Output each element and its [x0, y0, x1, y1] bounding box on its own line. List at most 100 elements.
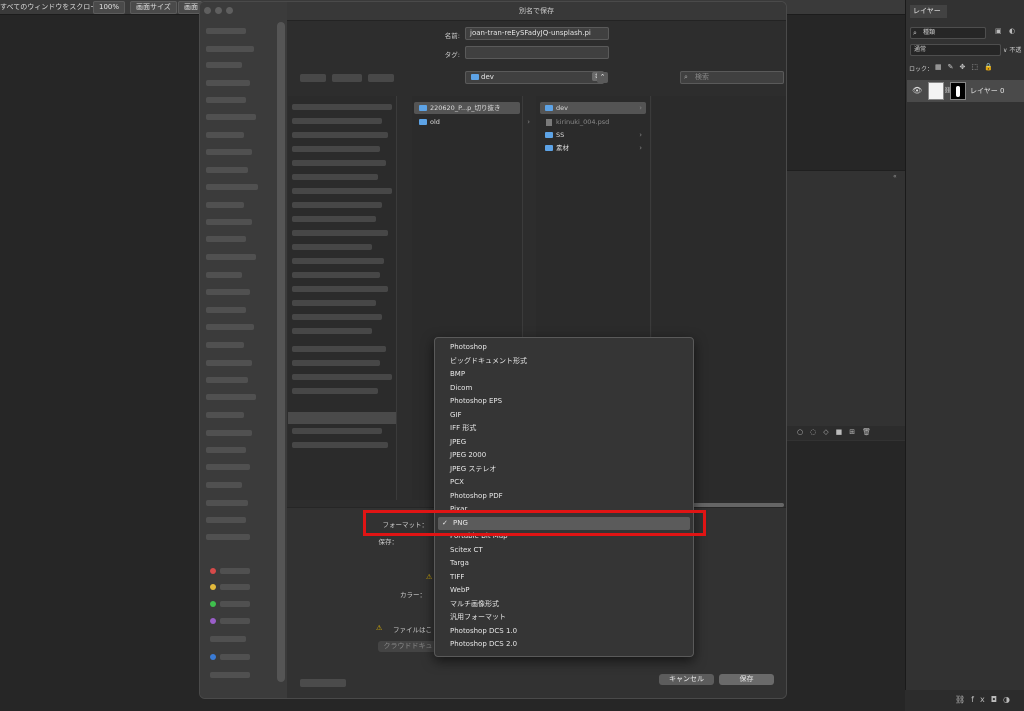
zoom-window-icon[interactable]: [226, 7, 233, 14]
tag-purple-icon[interactable]: [210, 618, 216, 624]
format-menu-item[interactable]: PCX: [435, 476, 693, 490]
sidebar-item-blur[interactable]: [210, 672, 250, 678]
sidebar-item-blur[interactable]: [220, 568, 250, 574]
location-select[interactable]: dev ⇕: [465, 71, 604, 84]
sidebar-item-blur[interactable]: [206, 307, 246, 313]
column-item-blur[interactable]: [292, 132, 388, 138]
tags-input[interactable]: [465, 46, 609, 59]
visibility-eye-icon[interactable]: 👁: [912, 86, 922, 95]
sidebar-item-blur[interactable]: [220, 618, 250, 624]
group-blur[interactable]: [368, 74, 394, 82]
format-menu-item[interactable]: JPEG 2000: [435, 449, 693, 463]
layer-row[interactable]: 👁 ⛓ レイヤー 0: [907, 80, 1024, 102]
folder-item-220620[interactable]: 220620_P...p_切り抜き: [414, 102, 520, 114]
folder-item-sozai[interactable]: 素材 ›: [540, 142, 646, 154]
sidebar-item-blur[interactable]: [206, 412, 244, 418]
format-menu-item[interactable]: Targa: [435, 557, 693, 571]
column-item-blur[interactable]: [292, 118, 382, 124]
column-item-blur[interactable]: [292, 442, 388, 448]
sidebar-item-blur[interactable]: [206, 254, 256, 260]
folder-item-ss[interactable]: SS ›: [540, 129, 646, 141]
format-menu-item[interactable]: JPEG ステレオ: [435, 463, 693, 477]
nav-back-forward-blur[interactable]: [300, 74, 326, 82]
format-menu-item[interactable]: TIFF: [435, 571, 693, 585]
layer-footer-icons[interactable]: ⛓fx◘◑: [955, 695, 1016, 704]
column-item-blur[interactable]: [292, 230, 388, 236]
zoom-100-button[interactable]: 100%: [93, 1, 126, 14]
sidebar-item-blur[interactable]: [206, 464, 250, 470]
column-item-blur[interactable]: [292, 202, 382, 208]
sidebar-item-blur[interactable]: [206, 97, 246, 103]
sidebar-item-blur[interactable]: [206, 272, 242, 278]
format-menu-item[interactable]: IFF 形式: [435, 422, 693, 436]
column-item-blur[interactable]: [292, 328, 372, 334]
format-menu-item[interactable]: ビッグドキュメント形式: [435, 355, 693, 369]
format-menu-item[interactable]: Photoshop PDF: [435, 490, 693, 504]
minimize-window-icon[interactable]: [215, 7, 222, 14]
sidebar-item-blur[interactable]: [206, 360, 252, 366]
format-menu-item[interactable]: Dicom: [435, 382, 693, 396]
column-item-blur[interactable]: [292, 388, 378, 394]
sidebar-item-blur[interactable]: [220, 654, 250, 660]
sidebar-item-blur[interactable]: [206, 377, 248, 383]
fit-screen-button[interactable]: 画面サイズ: [130, 1, 177, 14]
column-item-blur[interactable]: [292, 360, 380, 366]
column-item-blur[interactable]: [292, 314, 382, 320]
sidebar-item-blur[interactable]: [206, 167, 248, 173]
column-item-blur[interactable]: [292, 272, 380, 278]
layer-filter-select[interactable]: ⌕ 種類: [910, 27, 986, 39]
panel-tool-icons[interactable]: ○◌◇■⊞🗑: [797, 428, 878, 436]
format-menu-item[interactable]: マルチ画像形式: [435, 598, 693, 612]
filename-input[interactable]: joan-tran-reEySFadyJQ-unsplash.pi: [465, 27, 609, 40]
sidebar-item-blur[interactable]: [206, 202, 244, 208]
sidebar-item-blur[interactable]: [206, 132, 244, 138]
sidebar-item-blur[interactable]: [220, 601, 250, 607]
column-item-blur[interactable]: [292, 300, 376, 306]
sidebar-item-blur[interactable]: [206, 28, 246, 34]
sidebar-item-blur[interactable]: [206, 447, 246, 453]
sidebar-item-blur[interactable]: [206, 394, 256, 400]
format-menu-item[interactable]: BMP: [435, 368, 693, 382]
sidebar-item-blur[interactable]: [206, 342, 244, 348]
sidebar-item-blur[interactable]: [206, 46, 254, 52]
image-filter-icon[interactable]: ▣: [995, 27, 1002, 35]
column-item-blur[interactable]: [292, 160, 386, 166]
column-item-selected[interactable]: [288, 412, 396, 424]
save-button[interactable]: 保存: [719, 674, 774, 685]
column-item-blur[interactable]: [292, 374, 392, 380]
sidebar-item-blur[interactable]: [210, 636, 246, 642]
tag-green-icon[interactable]: [210, 601, 216, 607]
sidebar-item-blur[interactable]: [206, 500, 248, 506]
format-menu-item[interactable]: 汎用フォーマット: [435, 611, 693, 625]
new-folder-button-blur[interactable]: [300, 679, 346, 687]
sidebar-item-blur[interactable]: [206, 184, 258, 190]
format-menu-item[interactable]: Scitex CT: [435, 544, 693, 558]
format-menu-item[interactable]: Photoshop DCS 1.0: [435, 625, 693, 639]
cloud-document-button[interactable]: クラウドドキュ: [378, 641, 438, 652]
sidebar-item-blur[interactable]: [206, 62, 242, 68]
column-item-blur[interactable]: [292, 346, 386, 352]
column-item-blur[interactable]: [292, 174, 378, 180]
folder-item-old[interactable]: old ›: [414, 116, 534, 128]
collapse-chevron-up-icon[interactable]: ⌃: [597, 72, 608, 83]
sidebar-item-blur[interactable]: [206, 236, 246, 242]
sidebar-item-blur[interactable]: [206, 430, 252, 436]
column-item-blur[interactable]: [292, 428, 382, 434]
sidebar-item-blur[interactable]: [206, 80, 250, 86]
sidebar-item-blur[interactable]: [206, 517, 246, 523]
column-item-blur[interactable]: [292, 216, 376, 222]
blend-mode-select[interactable]: 通常: [910, 44, 1001, 56]
sidebar-item-blur[interactable]: [206, 149, 252, 155]
format-menu-item[interactable]: GIF: [435, 409, 693, 423]
tab-layers[interactable]: レイヤー: [910, 5, 947, 18]
format-menu-item[interactable]: JPEG: [435, 436, 693, 450]
cancel-button[interactable]: キャンセル: [659, 674, 714, 685]
format-menu-item[interactable]: Photoshop EPS: [435, 395, 693, 409]
sidebar-item-blur[interactable]: [206, 219, 252, 225]
format-menu-item[interactable]: WebP: [435, 584, 693, 598]
adjustment-filter-icon[interactable]: ◐: [1009, 27, 1015, 35]
sidebar-item-blur[interactable]: [206, 534, 250, 540]
sidebar-item-blur[interactable]: [220, 584, 250, 590]
sidebar-scrollbar[interactable]: [277, 22, 285, 682]
sidebar-item-blur[interactable]: [206, 289, 250, 295]
